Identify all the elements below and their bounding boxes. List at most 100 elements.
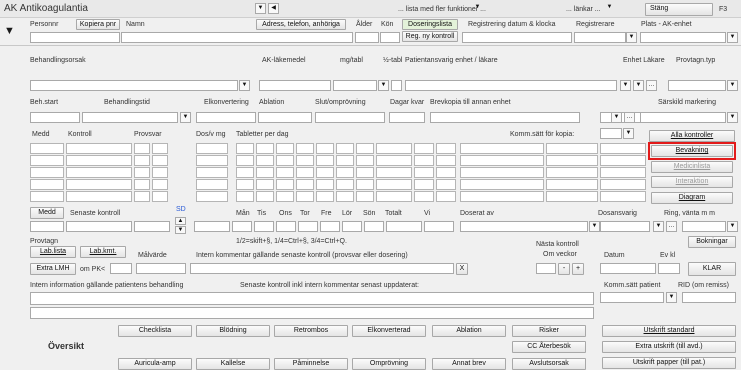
grid-cell[interactable] [66, 155, 132, 166]
grid-cell[interactable] [356, 143, 374, 154]
grid-cell[interactable] [256, 167, 274, 178]
provtagn-typ-input[interactable] [668, 80, 726, 91]
grid-cell[interactable] [316, 179, 334, 190]
grid-cell[interactable] [256, 143, 274, 154]
grid-cell[interactable] [296, 155, 314, 166]
grid-cell[interactable] [134, 155, 150, 166]
alla-kontroller-button[interactable]: Alla kontroller [649, 130, 735, 142]
dose-input[interactable] [320, 221, 340, 232]
grid-cell[interactable] [460, 167, 544, 178]
grid-cell[interactable] [256, 179, 274, 190]
lab-lista-button[interactable]: Lab.lista [30, 246, 76, 258]
grid-cell[interactable] [460, 191, 544, 202]
extra-utskrift-button[interactable]: Extra utskrift (till avd.) [602, 341, 736, 353]
grid-cell[interactable] [276, 155, 294, 166]
half-tabl-checkbox[interactable] [391, 80, 402, 91]
grid-cell[interactable] [236, 179, 254, 190]
grid-cell[interactable] [296, 179, 314, 190]
grid-cell[interactable] [336, 155, 354, 166]
mg-tabl-dropdown-icon[interactable]: ▼ [378, 80, 389, 91]
grid-cell[interactable] [316, 143, 334, 154]
patientansvarig-input[interactable] [405, 80, 617, 91]
bottom-button-ablation[interactable]: Ablation [432, 325, 506, 337]
plats-dropdown-icon[interactable]: ▼ [727, 32, 738, 43]
spin-up-icon[interactable]: ▲ [175, 217, 186, 225]
spin-down-icon[interactable]: ▼ [175, 226, 186, 234]
grid-cell[interactable] [276, 191, 294, 202]
grid-cell[interactable] [414, 143, 434, 154]
more-icon[interactable]: … [646, 80, 657, 91]
grid-cell[interactable] [414, 179, 434, 190]
grid-cell[interactable] [236, 155, 254, 166]
bottom-button-ompr-vning[interactable]: Omprövning [352, 358, 426, 370]
grid-cell[interactable] [66, 167, 132, 178]
grid-cell[interactable] [236, 143, 254, 154]
intern-kommentar-input[interactable] [190, 263, 454, 274]
grid-cell[interactable] [546, 143, 598, 154]
grid-cell[interactable] [66, 143, 132, 154]
grid-cell[interactable] [600, 155, 646, 166]
grid-cell[interactable] [546, 179, 598, 190]
grid-cell[interactable] [356, 179, 374, 190]
grid-cell[interactable] [336, 179, 354, 190]
bokningar-button[interactable]: Bokningar [688, 236, 736, 248]
provsvar-input[interactable] [134, 221, 170, 232]
doseringslista-button[interactable]: Doseringslista [402, 19, 458, 30]
grid-cell[interactable] [152, 155, 168, 166]
medd-input[interactable] [30, 221, 64, 232]
namn-input[interactable] [121, 32, 353, 43]
kopiera-pnr-button[interactable]: Kopiera pnr [76, 19, 120, 30]
grid-cell[interactable] [30, 191, 64, 202]
grid-cell[interactable] [376, 191, 412, 202]
grid-cell[interactable] [236, 167, 254, 178]
dropdown-arrow-icon[interactable]: ▼ [255, 3, 266, 14]
grid-cell[interactable] [414, 155, 434, 166]
cc-aterbesok-button[interactable]: CC Återbesök [512, 341, 586, 353]
grid-cell[interactable] [316, 155, 334, 166]
grid-cell[interactable] [376, 155, 412, 166]
stang-button[interactable]: Stäng [645, 3, 713, 16]
brevkopia-input[interactable] [430, 112, 580, 123]
grid-cell[interactable] [414, 191, 434, 202]
rid-input[interactable] [682, 292, 736, 303]
grid-cell[interactable] [296, 167, 314, 178]
lankar-dropdown-icon[interactable]: ▼ [604, 3, 615, 14]
dose-input[interactable] [364, 221, 384, 232]
klar-button[interactable]: KLAR [688, 262, 736, 276]
ring-dropdown-icon[interactable]: ▼ [727, 221, 738, 232]
grid-cell[interactable] [134, 191, 150, 202]
dose-input[interactable] [232, 221, 252, 232]
grid-cell[interactable] [196, 179, 228, 190]
sarskild-dropdown-icon[interactable]: ▼ [611, 112, 622, 123]
oversikt-label[interactable]: Översikt [48, 342, 84, 351]
personnr-input[interactable] [30, 32, 120, 43]
medicinlista-button[interactable]: Medicinlista [651, 161, 733, 173]
grid-cell[interactable] [336, 191, 354, 202]
reg-ny-kontroll-button[interactable]: Reg. ny kontroll [402, 31, 458, 42]
grid-cell[interactable] [460, 143, 544, 154]
grid-cell[interactable] [600, 167, 646, 178]
dose-input[interactable] [386, 221, 422, 232]
dagar-kvar-input[interactable] [389, 112, 425, 123]
utskrift-standard-button[interactable]: Utskrift standard [602, 325, 736, 337]
behandlingstid-dropdown-icon[interactable]: ▼ [180, 112, 191, 123]
grid-cell[interactable] [134, 179, 150, 190]
dosansvarig-more-icon[interactable]: … [666, 221, 677, 232]
grid-cell[interactable] [316, 191, 334, 202]
doserat-av-dropdown-icon[interactable]: ▼ [589, 221, 600, 232]
registrering-input[interactable] [462, 32, 572, 43]
ak-lakemedel-input[interactable] [259, 80, 331, 91]
grid-cell[interactable] [196, 191, 228, 202]
grid-cell[interactable] [436, 191, 456, 202]
dose-input[interactable] [298, 221, 318, 232]
lankar-dropdown-label[interactable]: ... länkar ... [566, 5, 601, 14]
grid-cell[interactable] [30, 143, 64, 154]
grid-cell[interactable] [276, 167, 294, 178]
komm-satt-patient-input[interactable] [600, 292, 664, 303]
adress-button[interactable]: Adress, telefon, anhöriga [256, 19, 346, 30]
datum-input[interactable] [600, 263, 656, 274]
grid-cell[interactable] [152, 191, 168, 202]
komm-satt-dropdown-icon[interactable]: ▼ [623, 128, 634, 139]
grid-cell[interactable] [546, 155, 598, 166]
beh-start-input[interactable] [30, 112, 80, 123]
